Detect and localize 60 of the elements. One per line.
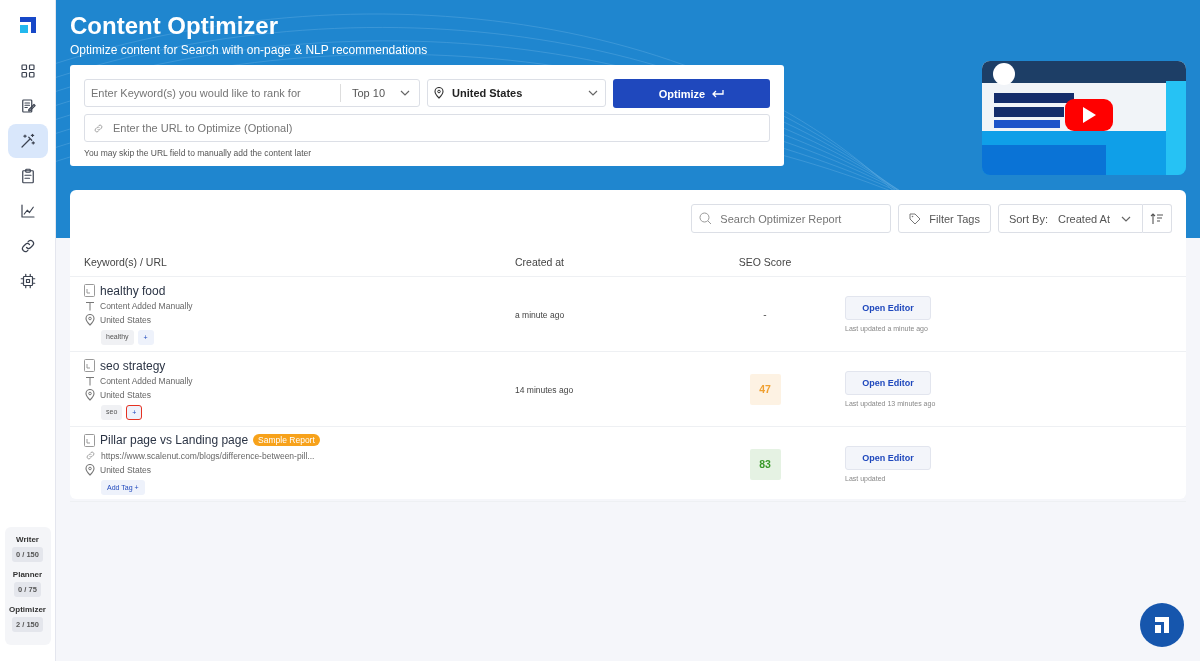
dashboard-icon [18, 62, 37, 80]
created-time: a minute ago [515, 309, 565, 320]
location-pin-icon [85, 464, 95, 476]
document-icon [84, 359, 95, 372]
location-dropdown[interactable]: United States [427, 79, 606, 107]
seo-score: 47 [749, 373, 781, 405]
sort-dropdown[interactable]: Sort By: Created At [997, 204, 1143, 233]
source-url: https://www.scalenut.com/blogs/difference-between-pill... [101, 450, 315, 461]
location-text: United States [100, 314, 152, 325]
text-icon [85, 300, 95, 311]
location-text: United States [100, 465, 152, 475]
link-icon [85, 450, 96, 461]
url-hint: You may skip the URL field to manually add the content later [84, 148, 312, 158]
open-editor-button[interactable]: Open Editor [845, 371, 931, 395]
sample-report-badge: Sample Report [253, 434, 320, 446]
sort-label: Sort By: [1008, 212, 1048, 225]
open-editor-button[interactable]: Open Editor [845, 446, 931, 470]
seo-score: - [763, 308, 767, 320]
search-icon [699, 212, 713, 225]
location-pin-icon [85, 313, 95, 326]
page-subtitle: Optimize content for Search with on-page & NLP recommendations [70, 43, 428, 57]
analytics-icon [18, 202, 37, 220]
usage-label: Optimizer [9, 605, 46, 614]
created-time: 14 minutes ago [515, 384, 574, 395]
tag-icon [909, 212, 922, 225]
sort-order-icon [1150, 212, 1164, 225]
location-text: United States [100, 389, 152, 400]
help-chat-button[interactable] [1140, 603, 1184, 647]
url-field[interactable]: Enter the URL to Optimize (Optional) [84, 114, 770, 142]
keyword-input[interactable]: Enter Keyword(s) you would like to rank for [85, 87, 332, 99]
search-field[interactable]: Search Optimizer Report [691, 204, 892, 233]
usage-label: Writer [16, 535, 39, 544]
keyword-title[interactable]: Pillar page vs Landing page [100, 433, 249, 447]
link-icon [93, 123, 104, 134]
column-header: SEO Score [695, 247, 835, 277]
source-text: Content Added Manually [100, 375, 193, 386]
optimizer-nav-item[interactable] [7, 124, 48, 158]
column-header: Keyword(s) / URL [70, 247, 515, 277]
usage-label: Planner [12, 570, 43, 579]
enter-arrow-icon [711, 88, 725, 99]
source-text: Content Added Manually [100, 300, 193, 311]
sort-value: Created At [1058, 212, 1110, 225]
location-pin-icon [434, 87, 444, 99]
keyword-title[interactable]: healthy food [100, 283, 166, 298]
keyword-field[interactable]: Enter Keyword(s) you would like to rank for Top 10 [84, 79, 420, 107]
text-icon [85, 375, 95, 386]
optimize-button[interactable]: Optimize [613, 79, 770, 108]
column-header: Created at [515, 247, 695, 277]
location-pin-icon [85, 388, 95, 401]
sort-order-button[interactable] [1143, 204, 1172, 233]
page-title: Content Optimizer [70, 12, 278, 40]
top-results-value: Top 10 [351, 87, 385, 99]
keyword-title[interactable]: seo strategy [100, 358, 166, 373]
chip-icon [18, 272, 37, 290]
document-icon [84, 433, 95, 447]
open-editor-button[interactable]: Open Editor [845, 296, 931, 320]
document-icon [84, 284, 95, 297]
seo-score: 83 [749, 448, 781, 480]
top-results-dropdown[interactable]: Top 10 [339, 84, 419, 102]
filter-tags-button[interactable]: Filter Tags [898, 204, 991, 233]
